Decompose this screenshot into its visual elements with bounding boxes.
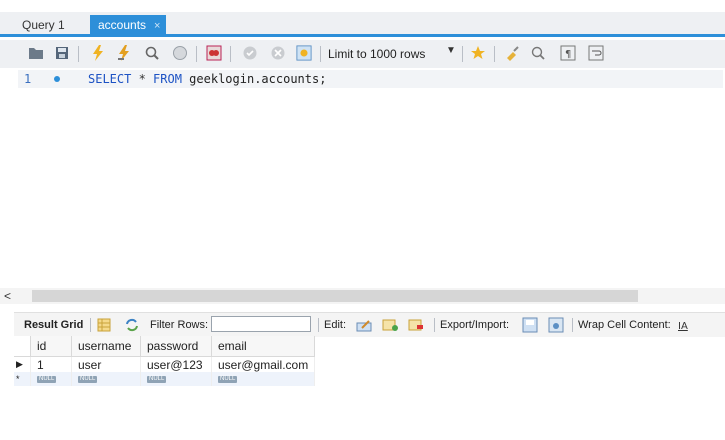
- sql-star: *: [131, 72, 154, 86]
- cell-password[interactable]: user@123: [140, 356, 212, 372]
- execute-lightning-icon[interactable]: [90, 45, 106, 61]
- commit-icon[interactable]: [242, 45, 258, 61]
- toolbar-separator: [90, 318, 91, 332]
- scroll-left-arrow-icon[interactable]: <: [4, 288, 11, 304]
- toolbar-separator: [318, 318, 319, 332]
- tab-close-icon[interactable]: ×: [154, 20, 160, 32]
- new-row-star-icon: *: [14, 372, 31, 386]
- edit-row-icon[interactable]: [356, 317, 372, 333]
- sql-keyword: SELECT: [88, 72, 132, 86]
- tab-accounts[interactable]: accounts ×: [90, 15, 167, 35]
- toolbar-separator: [462, 46, 463, 62]
- toolbar-separator: [434, 318, 435, 332]
- null-badge: NULL: [147, 376, 167, 384]
- sql-keyword: FROM: [153, 72, 182, 86]
- result-grid-label[interactable]: Result Grid: [24, 317, 83, 333]
- cell-username[interactable]: user: [71, 356, 141, 372]
- sql-editor[interactable]: 1 SELECT * FROM geeklogin.accounts;: [0, 68, 725, 288]
- save-icon[interactable]: [54, 45, 70, 61]
- rollback-icon[interactable]: [270, 45, 286, 61]
- autocommit-toggle-icon[interactable]: [296, 45, 312, 61]
- refresh-icon[interactable]: [124, 317, 140, 333]
- stop-icon[interactable]: [172, 45, 188, 61]
- toggle-error-icon[interactable]: [206, 45, 222, 61]
- column-header-password[interactable]: password: [140, 336, 212, 357]
- toolbar-separator: [320, 46, 321, 62]
- delete-row-icon[interactable]: [408, 317, 424, 333]
- word-wrap-icon[interactable]: [588, 45, 604, 61]
- cell-id[interactable]: 1: [30, 356, 72, 372]
- null-cell[interactable]: NULL: [71, 372, 141, 386]
- toolbar-separator: [494, 46, 495, 62]
- beautify-broom-icon[interactable]: [504, 45, 520, 61]
- insert-row-icon[interactable]: [382, 317, 398, 333]
- null-cell[interactable]: NULL: [211, 372, 316, 386]
- null-cell[interactable]: NULL: [140, 372, 212, 386]
- row-marker-header: [14, 336, 31, 357]
- tab-label: accounts: [98, 18, 147, 32]
- sql-toolbar: Limit to 1000 rows ▼ ¶: [0, 40, 725, 68]
- sql-statement[interactable]: SELECT * FROM geeklogin.accounts;: [88, 70, 326, 88]
- find-magnifier-icon[interactable]: [530, 45, 546, 61]
- null-cell[interactable]: NULL: [30, 372, 72, 386]
- toolbar-separator: [230, 46, 231, 62]
- export-icon[interactable]: [522, 317, 538, 333]
- null-badge: NULL: [78, 376, 98, 384]
- null-badge: NULL: [37, 376, 57, 384]
- wrap-cell-icon[interactable]: IA: [676, 317, 692, 333]
- column-header-username[interactable]: username: [71, 336, 141, 357]
- limit-rows-select[interactable]: Limit to 1000 rows: [328, 45, 425, 63]
- null-badge: NULL: [218, 376, 238, 384]
- grid-view-icon[interactable]: [96, 317, 112, 333]
- invisible-chars-icon[interactable]: ¶: [560, 45, 576, 61]
- open-folder-icon[interactable]: [28, 45, 44, 61]
- svg-text:IA: IA: [678, 321, 688, 332]
- line-number: 1: [24, 72, 32, 86]
- query-tab-bar: Query 1 accounts ×: [0, 12, 725, 37]
- explain-magnifier-icon[interactable]: [144, 45, 160, 61]
- new-row[interactable]: * NULL NULL NULL NULL: [14, 372, 316, 386]
- column-header-id[interactable]: id: [30, 336, 72, 357]
- import-icon[interactable]: [548, 317, 564, 333]
- toolbar-separator: [572, 318, 573, 332]
- editor-horizontal-scrollbar[interactable]: <: [0, 288, 725, 304]
- scrollbar-thumb[interactable]: [32, 290, 638, 302]
- add-snippet-star-icon[interactable]: [470, 45, 486, 61]
- wrap-cell-content-label: Wrap Cell Content:: [578, 319, 671, 331]
- edit-label: Edit:: [324, 319, 347, 331]
- window-top: [0, 0, 725, 12]
- chevron-down-icon[interactable]: ▼: [446, 45, 456, 56]
- statement-marker-icon: [54, 76, 60, 82]
- svg-text:¶: ¶: [565, 49, 571, 60]
- execute-current-icon[interactable]: [116, 45, 132, 61]
- grid-header-row: id username password email: [14, 336, 316, 357]
- sql-table-name: geeklogin.accounts;: [181, 72, 327, 86]
- cell-email[interactable]: user@gmail.com: [211, 356, 316, 372]
- export-import-label: Export/Import:: [440, 319, 510, 331]
- column-header-email[interactable]: email: [211, 336, 316, 357]
- current-row-arrow-icon: ▶: [14, 356, 31, 372]
- tab-query-1[interactable]: Query 1: [14, 15, 73, 35]
- table-row[interactable]: ▶ 1 user user@123 user@gmail.com: [14, 356, 316, 372]
- filter-rows-input[interactable]: [211, 316, 311, 332]
- result-grid[interactable]: id username password email ▶ 1 user user…: [14, 336, 316, 386]
- tab-label: Query 1: [22, 18, 65, 32]
- filter-rows-label: Filter Rows:: [150, 319, 209, 331]
- toolbar-separator: [78, 46, 79, 62]
- result-toolbar: Result Grid Filter Rows: Edit: Export/Im…: [14, 312, 725, 337]
- toolbar-separator: [196, 46, 197, 62]
